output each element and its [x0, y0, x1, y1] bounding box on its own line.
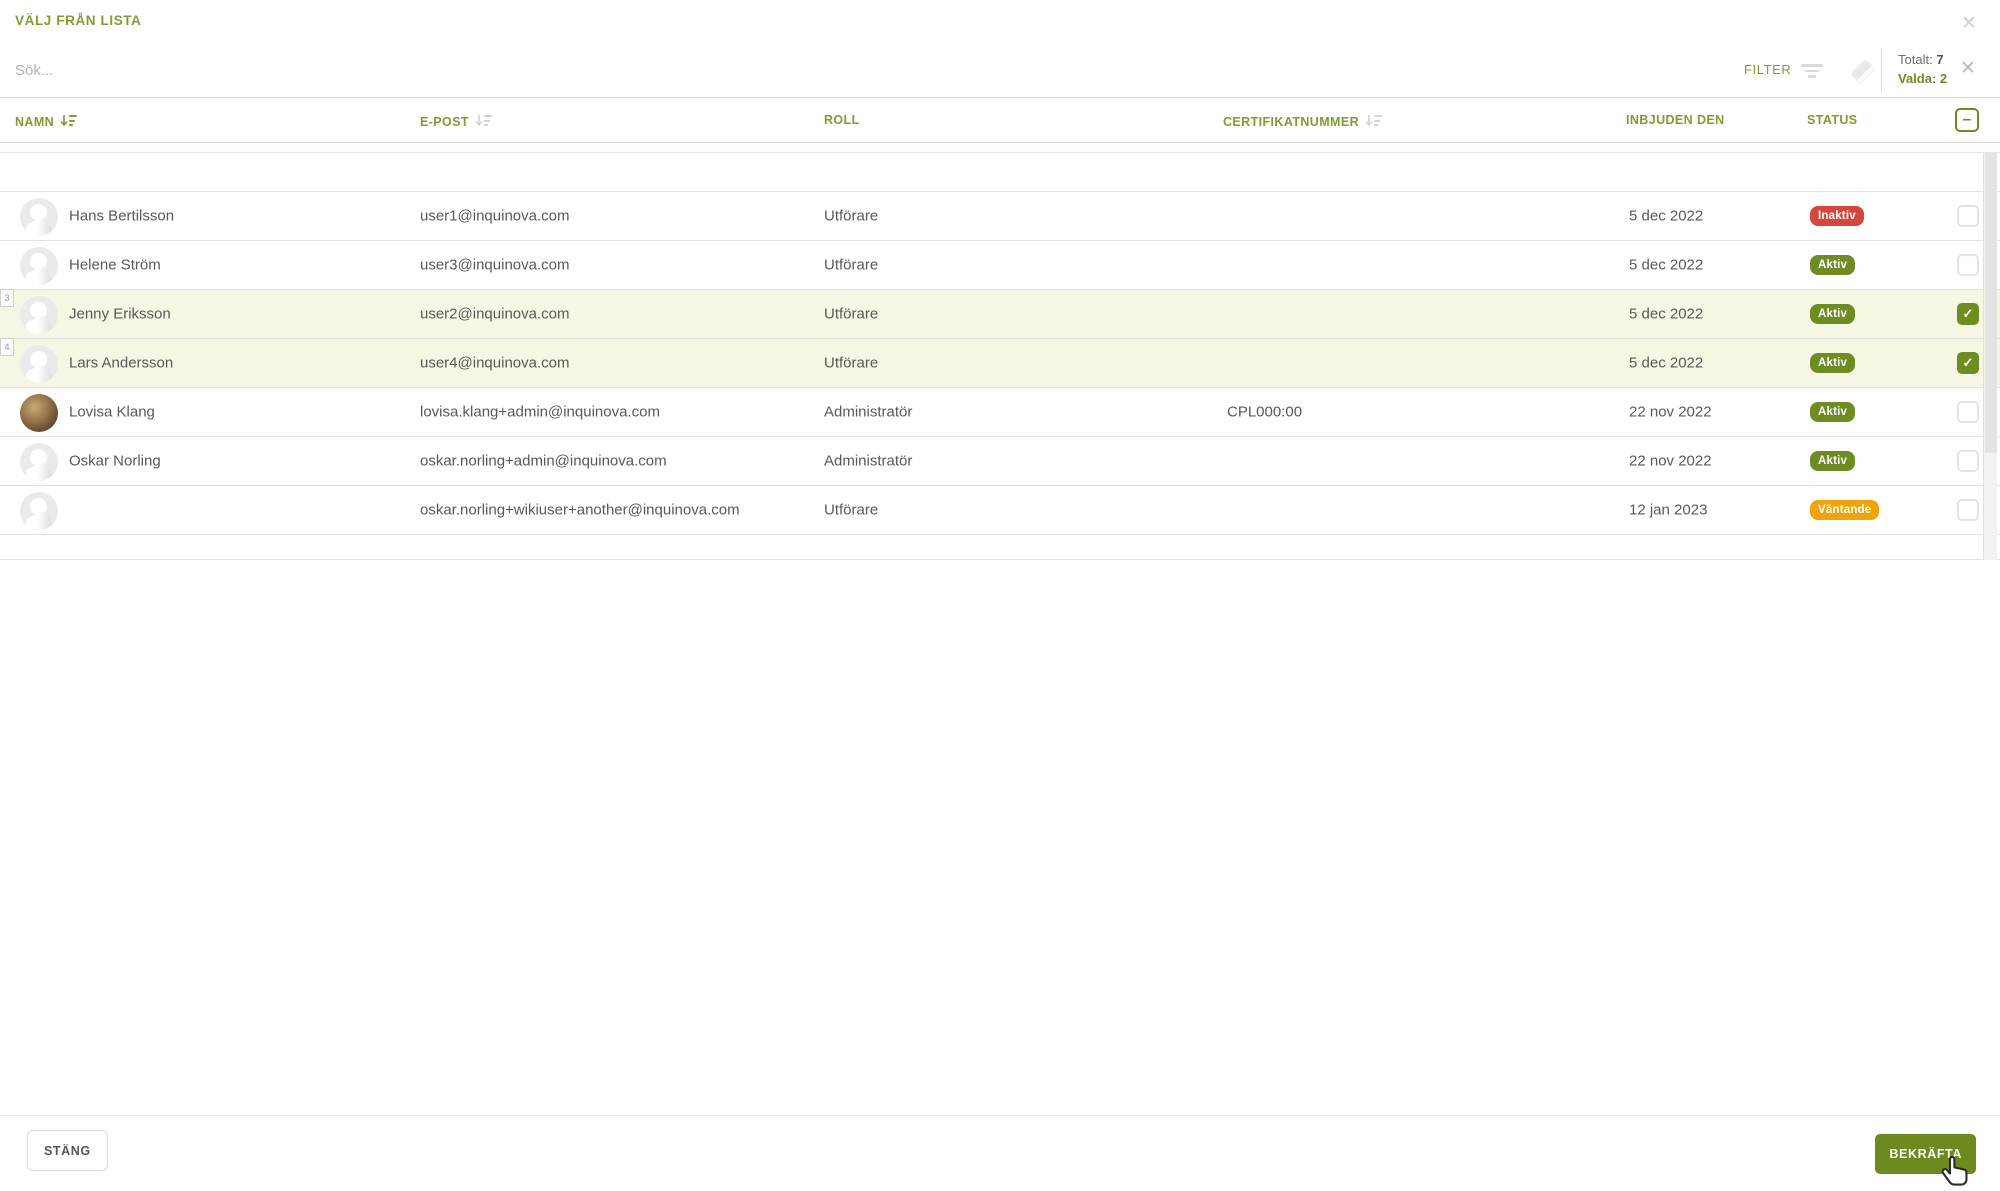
user-email: oskar.norling+wikiuser+another@inquinova…: [420, 501, 740, 519]
toolbar: FILTER Totalt: 7 Valda: 2 ✕: [0, 42, 2000, 98]
selected-count: Valda: 2: [1898, 71, 1948, 86]
list-tail-strip: [0, 535, 2000, 560]
invited-date: 22 nov 2022: [1629, 452, 1712, 470]
user-email: user1@inquinova.com: [420, 207, 570, 225]
column-header-status[interactable]: STATUS: [1807, 113, 1858, 127]
modal-title-bar: VÄLJ FRÅN LISTA ✕: [0, 0, 2000, 42]
user-name: Helene Ström: [69, 256, 161, 274]
vertical-scrollbar[interactable]: [1983, 153, 1997, 560]
total-count: Totalt: 7: [1898, 52, 1944, 67]
row-checkbox[interactable]: [1957, 205, 1979, 227]
row-checkbox[interactable]: ✓: [1957, 303, 1979, 325]
search-input[interactable]: [15, 56, 1615, 84]
filter-lines-icon[interactable]: [1800, 63, 1824, 79]
user-email: lovisa.klang+admin@inquinova.com: [420, 403, 660, 421]
invited-date: 22 nov 2022: [1629, 403, 1712, 421]
clear-selection-x-icon[interactable]: ✕: [1955, 56, 1981, 82]
table-row[interactable]: Lovisa Klang lovisa.klang+admin@inquinov…: [0, 388, 2000, 437]
page-title: VÄLJ FRÅN LISTA: [15, 13, 142, 28]
row-checkbox[interactable]: [1957, 499, 1979, 521]
invited-date: 5 dec 2022: [1629, 256, 1704, 274]
close-icon[interactable]: ✕: [1956, 11, 1982, 37]
user-role: Administratör: [824, 452, 913, 470]
column-header-roll[interactable]: ROLL: [824, 113, 860, 127]
user-role: Administratör: [824, 403, 913, 421]
user-name: Jenny Eriksson: [69, 305, 171, 323]
table-header: NAMN E-POST ROLL CERTIFIKATNUMMER INBJUD…: [0, 98, 2000, 143]
invited-date: 5 dec 2022: [1629, 354, 1704, 372]
modal-footer: STÄNG BEKRÄFTA: [0, 1115, 2000, 1191]
table-row[interactable]: Helene Ström user3@inquinova.com Utförar…: [0, 241, 2000, 290]
user-role: Utförare: [824, 305, 879, 323]
user-name: Lovisa Klang: [69, 403, 155, 421]
header-under-strip: [0, 143, 2000, 153]
user-name: Lars Andersson: [69, 354, 174, 372]
avatar: [20, 197, 58, 236]
status-badge: Väntande: [1810, 500, 1880, 520]
user-certificate: CPL000:00: [1227, 403, 1303, 421]
spacer-row: [0, 153, 2000, 192]
avatar: [20, 295, 58, 334]
confirm-button[interactable]: BEKRÄFTA: [1875, 1134, 1976, 1174]
user-email: oskar.norling+admin@inquinova.com: [420, 452, 667, 470]
avatar: [20, 246, 58, 285]
selection-totals: Totalt: 7 Valda: 2: [1898, 50, 1947, 88]
avatar: [20, 344, 58, 383]
user-email: user2@inquinova.com: [420, 305, 570, 323]
sort-icon[interactable]: [475, 114, 492, 127]
user-list: Hans Bertilsson user1@inquinova.com Utfö…: [0, 153, 2000, 560]
user-name: Hans Bertilsson: [69, 207, 175, 225]
table-row[interactable]: Hans Bertilsson user1@inquinova.com Utfö…: [0, 192, 2000, 241]
user-email: user3@inquinova.com: [420, 256, 570, 274]
table-row[interactable]: Oskar Norling oskar.norling+admin@inquin…: [0, 437, 2000, 486]
table-row[interactable]: 4 Lars Andersson user4@inquinova.com Utf…: [0, 338, 2000, 388]
status-badge: Aktiv: [1810, 451, 1856, 471]
sort-icon[interactable]: [1365, 114, 1383, 127]
eraser-icon[interactable]: [1849, 58, 1877, 85]
row-order-marker: 4: [0, 338, 14, 356]
table-row[interactable]: 3 Jenny Eriksson user2@inquinova.com Utf…: [0, 289, 2000, 339]
column-header-epost[interactable]: E-POST: [420, 113, 492, 129]
row-checkbox[interactable]: ✓: [1957, 352, 1979, 374]
user-name: Oskar Norling: [69, 452, 161, 470]
user-role: Utförare: [824, 207, 879, 225]
user-role: Utförare: [824, 501, 879, 519]
status-badge: Inaktiv: [1810, 206, 1864, 226]
row-checkbox[interactable]: [1957, 401, 1979, 423]
row-checkbox[interactable]: [1957, 450, 1979, 472]
table-row[interactable]: oskar.norling+wikiuser+another@inquinova…: [0, 486, 2000, 535]
row-checkbox[interactable]: [1957, 254, 1979, 276]
totals-divider: [1881, 48, 1882, 92]
close-button[interactable]: STÄNG: [27, 1130, 108, 1171]
sort-desc-icon[interactable]: [60, 114, 78, 127]
column-header-certifikatnummer[interactable]: CERTIFIKATNUMMER: [1223, 113, 1383, 129]
row-order-marker: 3: [0, 289, 14, 307]
filter-button[interactable]: FILTER: [1744, 62, 1791, 77]
user-role: Utförare: [824, 354, 879, 372]
user-email: user4@inquinova.com: [420, 354, 570, 372]
avatar: [20, 442, 58, 481]
status-badge: Aktiv: [1810, 402, 1856, 422]
select-all-checkbox[interactable]: –: [1955, 108, 1979, 132]
status-badge: Aktiv: [1810, 353, 1856, 373]
invited-date: 12 jan 2023: [1629, 501, 1708, 519]
avatar: [20, 393, 58, 432]
invited-date: 5 dec 2022: [1629, 305, 1704, 323]
column-header-namn[interactable]: NAMN: [15, 113, 78, 129]
scrollbar-thumb[interactable]: [1985, 153, 1997, 453]
status-badge: Aktiv: [1810, 304, 1856, 324]
user-role: Utförare: [824, 256, 879, 274]
avatar: [20, 491, 58, 530]
status-badge: Aktiv: [1810, 255, 1856, 275]
invited-date: 5 dec 2022: [1629, 207, 1704, 225]
column-header-inbjuden-den[interactable]: INBJUDEN DEN: [1626, 113, 1725, 127]
